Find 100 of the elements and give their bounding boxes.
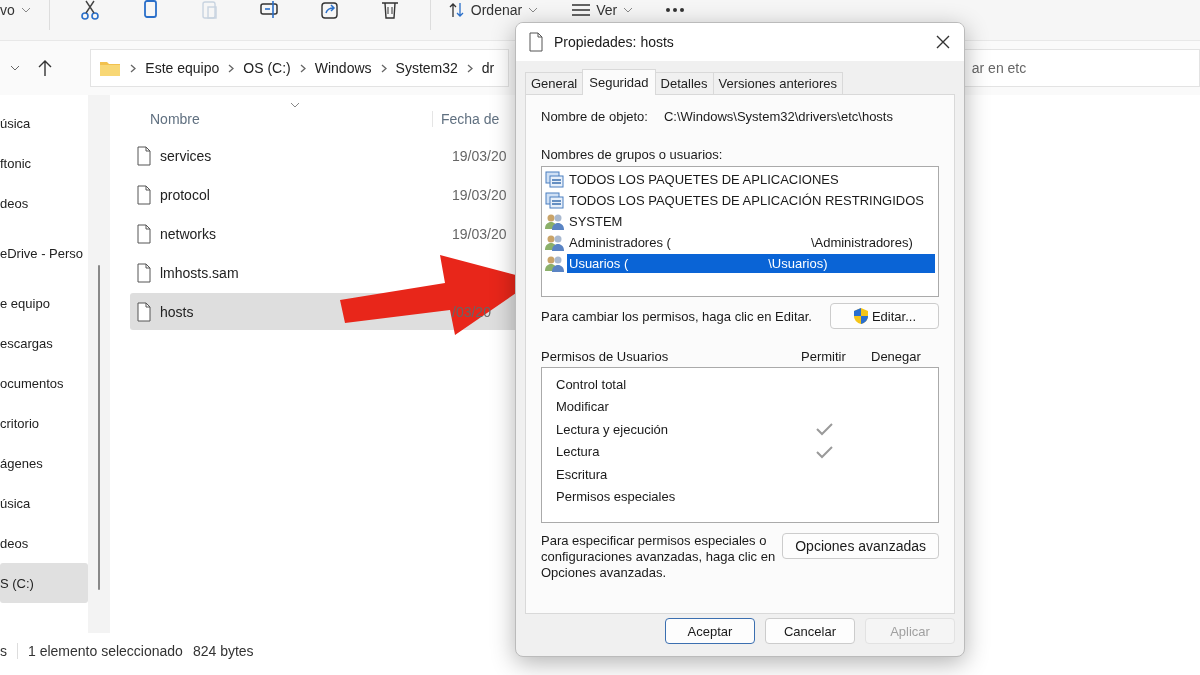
document-icon (136, 262, 152, 283)
permission-name: Control total (556, 376, 628, 392)
lines-icon (572, 3, 591, 17)
file-name: lmhosts.sam (160, 264, 240, 281)
chevron-down-icon[interactable] (10, 65, 20, 71)
package-group-icon (545, 192, 564, 209)
view-button[interactable]: Ver (564, 0, 642, 20)
dialog-title: Propiedades: hosts (554, 34, 675, 50)
group-name: Administradores ( (569, 235, 671, 250)
group-name: Usuarios ( (569, 256, 629, 271)
package-group-icon (545, 171, 564, 188)
file-date: 19/03/20 (452, 186, 507, 203)
rename-icon[interactable] (259, 0, 280, 20)
column-header: Denegar (871, 349, 921, 364)
trash-icon[interactable] (379, 0, 400, 20)
file-date: 19/03/20 (452, 225, 507, 242)
dialog-button[interactable]: Aceptar (665, 618, 755, 644)
hint-text: Para especificar permisos especiales o configuraciones avanzadas, haga clic en Opciones avanzadas. (541, 533, 777, 581)
chevron-down-icon (20, 7, 31, 13)
address-bar[interactable]: Este equipo OS (C:) Windows System32 dr (90, 49, 509, 87)
field-label: Nombres de grupos o usuarios: (541, 147, 724, 162)
breadcrumb-item[interactable]: dr (481, 60, 495, 76)
sidebar-item[interactable]: ágenes (0, 443, 88, 483)
field-label: Nombre de objeto: (541, 109, 648, 124)
column-header: Permitir (801, 349, 847, 364)
chevron-right-icon (299, 63, 306, 73)
group-item[interactable]: Administradores ( \Administradores) (545, 232, 935, 253)
chevron-right-icon (228, 63, 235, 73)
document-icon (528, 32, 544, 52)
sidebar-item[interactable]: escargas (0, 323, 88, 363)
cut-icon[interactable] (79, 0, 100, 20)
sidebar-item[interactable]: deos (0, 183, 88, 223)
document-icon (136, 301, 152, 322)
sidebar-item[interactable]: ocumentos (0, 363, 88, 403)
sort-caret-icon (290, 102, 300, 108)
file-row[interactable]: services 19/03/20 (130, 137, 530, 174)
folder-icon (99, 59, 122, 77)
users-icon (545, 213, 564, 230)
permission-name: Permisos especiales (556, 489, 677, 505)
file-row[interactable]: networks 19/03/20 (130, 215, 530, 252)
tab[interactable]: Versiones anteriores (712, 72, 843, 94)
breadcrumb-item[interactable]: Windows (314, 60, 372, 76)
file-row[interactable]: protocol 19/03/20 (130, 176, 530, 213)
users-icon (545, 255, 564, 272)
shield-icon (852, 307, 869, 325)
column-header: Permisos de Usuarios (541, 349, 670, 364)
column-header[interactable]: Fecha de (432, 111, 500, 127)
breadcrumb-item[interactable]: OS (C:) (243, 60, 291, 76)
permission-name: Lectura (556, 444, 601, 460)
advanced-options-button[interactable]: Opciones avanzadas (782, 533, 939, 559)
new-button[interactable]: vo (0, 0, 39, 20)
sidebar-item[interactable]: ftonic (0, 143, 88, 183)
document-icon (136, 184, 152, 205)
object-path: C:\Windows\System32\drivers\etc\hosts (663, 109, 893, 124)
hint-text: Para cambiar los permisos, haga clic en Editar. (541, 308, 812, 324)
sidebar-item[interactable]: úsica (0, 103, 88, 143)
edit-button[interactable]: Editar... (830, 303, 939, 329)
document-icon (136, 223, 152, 244)
sidebar-item[interactable]: deos (0, 523, 88, 563)
permission-name: Lectura y ejecución (556, 421, 669, 437)
dialog-button[interactable]: Cancelar (765, 618, 855, 644)
chevron-right-icon (380, 63, 387, 73)
document-icon (136, 145, 152, 166)
sort-arrows-icon (448, 2, 465, 18)
file-name: services (160, 147, 213, 164)
tab[interactable]: Seguridad (582, 69, 656, 95)
file-name: protocol (160, 186, 211, 203)
sort-button[interactable]: Ordenar (440, 0, 547, 20)
sidebar-item[interactable]: critorio (0, 403, 88, 443)
group-item[interactable]: TODOS LOS PAQUETES DE APLICACIONES (545, 169, 935, 190)
group-name: SYSTEM (569, 214, 623, 229)
chevron-right-icon (466, 63, 473, 73)
permission-name: Escritura (556, 466, 609, 482)
sidebar-item[interactable]: e equipo (0, 283, 88, 323)
group-name: \Administradores) (810, 235, 913, 250)
chevron-down-icon (528, 7, 539, 13)
permission-name: Modificar (556, 399, 610, 415)
group-item[interactable]: TODOS LOS PAQUETES DE APLICACIÓN RESTRINGIDOS (545, 190, 935, 211)
close-icon[interactable] (936, 35, 950, 49)
status-text: 1 elemento seleccionado (28, 643, 183, 659)
column-header[interactable]: Nombre (130, 111, 432, 127)
sidebar-item[interactable]: eDrive - Perso (0, 233, 88, 273)
file-date: 19/03/20 (452, 147, 507, 164)
file-name: networks (160, 225, 218, 242)
more-icon[interactable] (665, 7, 686, 13)
status-text: 824 bytes (192, 643, 254, 659)
group-item[interactable]: SYSTEM (545, 211, 935, 232)
file-name: hosts (160, 303, 195, 320)
sidebar-item[interactable]: S (C:) (0, 563, 88, 603)
status-text: s (0, 643, 7, 659)
tab[interactable]: General (525, 72, 584, 94)
breadcrumb-item[interactable]: Este equipo (145, 60, 220, 76)
group-name: \Usuarios) (768, 256, 828, 271)
share-icon[interactable] (319, 0, 340, 20)
up-arrow-icon[interactable] (38, 60, 52, 76)
group-name: TODOS LOS PAQUETES DE APLICACIONES (569, 172, 839, 187)
breadcrumb-item[interactable]: System32 (395, 60, 458, 76)
chevron-right-icon (130, 63, 137, 73)
sidebar-item[interactable]: úsica (0, 483, 88, 523)
group-name: TODOS LOS PAQUETES DE APLICACIÓN RESTRINGIDOS (569, 193, 924, 208)
